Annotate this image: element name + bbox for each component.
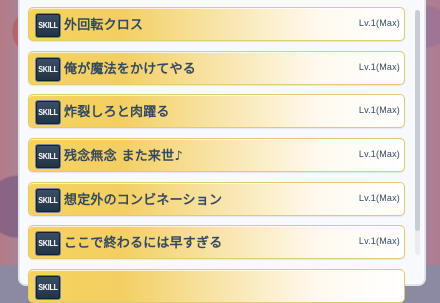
- skill-level: Lv.1(Max): [358, 61, 400, 72]
- skill-name: 外回転クロス: [64, 18, 144, 33]
- skill-row-2[interactable]: SKILL 俺が魔法をかけてやる Lv.1(Max): [28, 50, 405, 85]
- skill-row-5[interactable]: SKILL 想定外のコンビネーション Lv.1(Max): [28, 181, 405, 216]
- skill-icon: SKILL: [35, 13, 61, 38]
- skill-list-panel: SKILL 外回転クロス Lv.1(Max) SKILL 俺が魔法をかけてやる …: [18, 0, 426, 303]
- skill-row-3[interactable]: SKILL 炸裂しろと肉躍る Lv.1(Max): [28, 94, 405, 129]
- scrollbar-thumb[interactable]: [415, 10, 420, 231]
- skill-name: 残念無念 また来世♪: [64, 149, 183, 165]
- skill-icon: SKILL: [35, 231, 61, 257]
- skill-icon: SKILL: [35, 144, 61, 170]
- skill-row-4[interactable]: SKILL 残念無念 また来世♪ Lv.1(Max): [28, 138, 405, 173]
- skill-icon: SKILL: [35, 100, 61, 126]
- skill-name: ここで終わるには早すぎる: [64, 236, 223, 252]
- skill-icon: SKILL: [35, 275, 61, 301]
- skill-row-7[interactable]: SKILL: [28, 269, 405, 303]
- skill-name: 想定外のコンビネーション: [64, 192, 223, 208]
- skill-level: Lv.1(Max): [358, 192, 400, 203]
- skill-name: 炸裂しろと肉躍る: [64, 105, 170, 121]
- skill-level: Lv.1(Max): [358, 105, 400, 116]
- skill-level: Lv.1(Max): [358, 18, 400, 28]
- skill-list: SKILL 外回転クロス Lv.1(Max) SKILL 俺が魔法をかけてやる …: [28, 7, 405, 303]
- skill-level: Lv.1(Max): [358, 149, 400, 160]
- skill-icon: SKILL: [35, 187, 61, 213]
- skill-row-6[interactable]: SKILL ここで終わるには早すぎる Lv.1(Max): [28, 225, 405, 260]
- skill-row-1[interactable]: SKILL 外回転クロス Lv.1(Max): [28, 7, 405, 41]
- skill-icon: SKILL: [35, 56, 61, 82]
- skill-level: Lv.1(Max): [358, 236, 400, 247]
- scrollbar[interactable]: [415, 10, 420, 255]
- skill-name: 俺が魔法をかけてやる: [64, 61, 197, 77]
